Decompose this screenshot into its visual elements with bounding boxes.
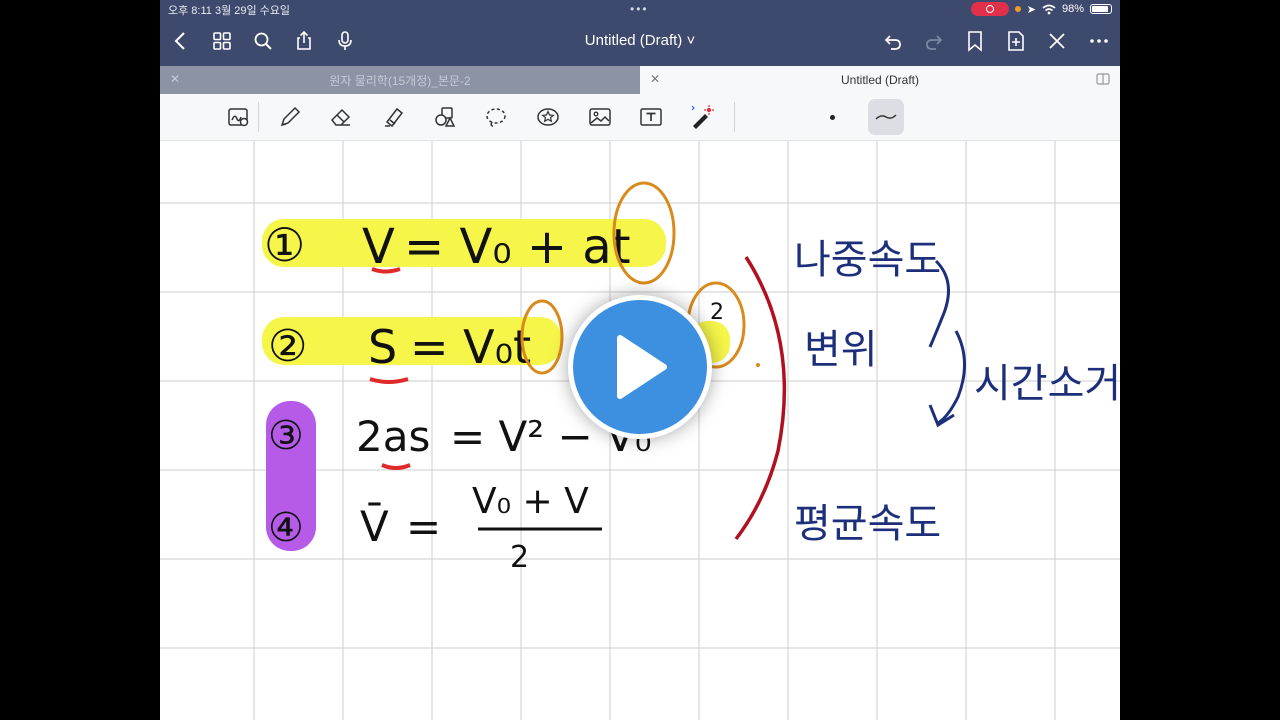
eq2-underline (369, 377, 409, 384)
eq2-exponent: 2 (710, 300, 724, 325)
shapes-icon (435, 107, 456, 127)
bookmark-icon (968, 31, 982, 52)
label-displacement: 변위 (804, 327, 878, 373)
orange-dot-mark (756, 363, 760, 367)
ipad-screen: 오후 8:11 3월 29일 수요일 ••• ➤ 98% Untitled (D… (160, 0, 1120, 720)
label-final-velocity: 나중속도 (794, 237, 941, 283)
laser-pointer-tool[interactable] (689, 104, 715, 130)
navy-arrow (937, 330, 967, 425)
eq1-rhs: = V₀ + at (404, 219, 631, 275)
close-edit-button[interactable] (1044, 28, 1070, 54)
screen-record-icon[interactable] (970, 2, 1009, 16)
tab-inactive[interactable]: ✕ 원자 물리학(15개정)_본문-2 (160, 66, 640, 94)
laser-pointer-icon (691, 105, 714, 129)
red-bracket (734, 256, 787, 541)
stroke-curve-icon (875, 114, 897, 120)
image-tool[interactable] (587, 104, 613, 130)
eq2-lhs: S (368, 320, 397, 374)
image-icon (589, 108, 611, 126)
label-avg-velocity: 평균속도 (794, 501, 941, 547)
battery-percent: 98% (1061, 3, 1084, 15)
eq4-lhs: V̄ (360, 500, 389, 551)
tab-label: Untitled (Draft) (840, 73, 920, 87)
tab-active[interactable]: ✕ Untitled (Draft) (640, 66, 1120, 94)
text-tool[interactable] (638, 104, 664, 130)
eraser-tool[interactable] (328, 104, 354, 130)
multitask-dots[interactable]: ••• (630, 2, 649, 16)
pen-icon (280, 106, 301, 127)
eq4-equals: = (406, 502, 441, 551)
redo-icon (926, 35, 943, 50)
location-icon: ➤ (1026, 3, 1036, 16)
mic-indicator-icon (1014, 6, 1021, 12)
eq1-number: ① (264, 218, 305, 272)
stroke-style-selected[interactable] (868, 99, 904, 135)
close-tab-icon[interactable]: ✕ (170, 72, 180, 86)
more-button[interactable] (1086, 28, 1112, 54)
eq3-number: ③ (268, 413, 304, 459)
toolbar-divider (734, 102, 735, 132)
more-dots-icon (1090, 39, 1108, 43)
play-button[interactable] (568, 295, 712, 439)
tab-label: 원자 물리학(15개정)_본문-2 (329, 73, 471, 88)
sticker-icon (537, 108, 559, 126)
tab-bar: ✕ 원자 물리학(15개정)_본문-2 ✕ Untitled (Draft) (160, 66, 1120, 94)
wifi-icon (1042, 4, 1056, 14)
stroke-size-option[interactable] (830, 115, 835, 120)
text-box-icon (640, 108, 662, 126)
eq1-lhs: V (362, 219, 395, 275)
eq4-denominator: 2 (510, 540, 529, 575)
pen-off-icon (1049, 33, 1065, 49)
toolbar-divider (258, 102, 259, 132)
zoom-window-icon (228, 108, 249, 127)
pen-tool[interactable] (277, 104, 303, 130)
elements-tool[interactable] (535, 104, 561, 130)
split-view-icon[interactable] (1096, 72, 1110, 86)
eraser-icon (330, 108, 351, 126)
label-time-removed: 시간소거. (974, 361, 1120, 407)
close-tab-icon[interactable]: ✕ (650, 72, 660, 86)
eq2-number: ② (268, 321, 307, 372)
shapes-tool[interactable] (432, 104, 458, 130)
zoom-window-tool[interactable] (226, 104, 252, 130)
eq3-underline (381, 463, 411, 470)
highlighter-icon (385, 107, 404, 128)
top-bar: 오후 8:11 3월 29일 수요일 ••• ➤ 98% Untitled (D… (160, 0, 1120, 66)
undo-icon (884, 35, 901, 50)
redo-button[interactable] (921, 28, 947, 54)
bookmark-button[interactable] (962, 28, 988, 54)
eq2-rhs: = V₀t (410, 320, 531, 374)
eq3-lhs: 2as (356, 412, 430, 461)
eq4-numerator: V₀ + V (472, 481, 589, 522)
add-page-button[interactable] (1003, 28, 1029, 54)
lasso-icon (486, 108, 506, 127)
status-indicators: ➤ 98% (970, 2, 1112, 16)
lasso-tool[interactable] (483, 104, 509, 130)
eq4-number: ④ (268, 505, 304, 551)
highlighter-tool[interactable] (381, 104, 407, 130)
play-icon (617, 335, 667, 399)
battery-icon (1090, 4, 1112, 14)
status-time-date: 오후 8:11 3월 29일 수요일 (168, 5, 291, 17)
add-page-icon (1008, 31, 1024, 51)
undo-button[interactable] (880, 28, 906, 54)
tool-bar (160, 94, 1120, 141)
